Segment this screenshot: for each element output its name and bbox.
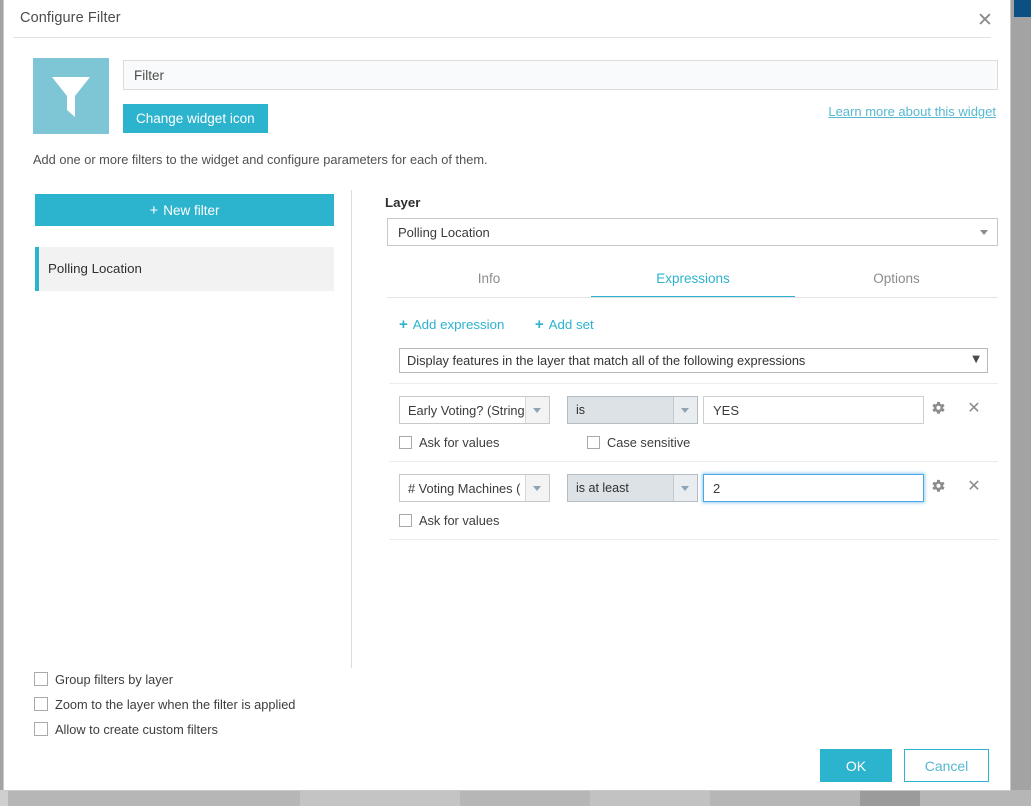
chevron-down-icon[interactable] [525,397,549,423]
chevron-down-icon [980,230,988,235]
case-sensitive-label: Case sensitive [607,435,691,450]
zoom-to-layer-label: Zoom to the layer when the filter is app… [55,697,296,712]
custom-filters-label: Allow to create custom filters [55,722,218,737]
close-icon[interactable]: ✕ [974,9,996,31]
plus-icon: + [399,316,408,333]
gear-icon[interactable] [930,401,947,423]
tab-info[interactable]: Info [387,266,591,298]
expression-operator-value: is [576,403,586,417]
background-app-corner [1014,0,1031,17]
new-filter-button[interactable]: + New filter [35,194,334,226]
screen: Configure Filter ✕ Change widget icon Le… [0,0,1031,806]
configure-filter-dialog: Configure Filter ✕ Change widget icon Le… [3,0,1011,791]
expression-divider [389,383,998,384]
case-sensitive-checkbox-row: Case sensitive [587,434,690,452]
filter-list-item[interactable]: Polling Location [35,247,334,291]
dialog-title: Configure Filter [20,10,121,26]
tab-expressions[interactable]: Expressions [591,266,795,298]
widget-name-input[interactable] [123,60,998,90]
expression-field-value: # Voting Machines ( [408,481,521,496]
tab-bar: Info Expressions Options [387,266,998,298]
expression-divider [389,461,998,462]
zoom-to-layer-checkbox-row: Zoom to the layer when the filter is app… [34,696,295,714]
chevron-down-icon: ▼ [972,354,980,365]
funnel-icon[interactable] [33,58,109,134]
add-expression-label: Add expression [412,317,505,332]
plus-icon: + [534,316,544,333]
plus-icon: + [149,201,159,219]
gear-icon[interactable] [930,479,947,501]
zoom-to-layer-checkbox[interactable] [34,697,48,711]
ask-for-values-checkbox[interactable] [399,514,412,527]
tab-bar-divider [387,297,998,298]
expression-field-select[interactable]: # Voting Machines ( [399,474,550,502]
ask-for-values-checkbox-row: Ask for values [399,512,499,530]
filter-list-item-label: Polling Location [48,261,142,276]
remove-expression-icon[interactable]: ✕ [964,398,984,418]
match-mode-value: Display features in the layer that match… [407,353,806,368]
add-set-button[interactable]: + Add set [535,316,594,333]
expression-operator-select[interactable]: is at least [567,474,698,502]
expression-divider [389,539,998,540]
group-filters-checkbox[interactable] [34,672,48,686]
layer-select[interactable]: Polling Location [387,218,998,246]
group-filters-checkbox-row: Group filters by layer [34,671,295,689]
expression-field-select[interactable]: Early Voting? (String [399,396,550,424]
dialog-hint: Add one or more filters to the widget an… [33,152,488,167]
change-widget-icon-button[interactable]: Change widget icon [123,104,268,133]
learn-more-link[interactable]: Learn more about this widget [828,104,996,119]
expression-value-input[interactable] [703,474,924,502]
ask-for-values-checkbox[interactable] [399,436,412,449]
ask-for-values-checkbox-row: Ask for values [399,434,499,452]
match-mode-select[interactable]: Display features in the layer that match… [399,348,988,373]
background-bottom-strip [0,790,1031,806]
titlebar-divider [13,37,991,38]
remove-expression-icon[interactable]: ✕ [964,476,984,496]
layer-label: Layer [385,195,421,210]
case-sensitive-checkbox[interactable] [587,436,600,449]
dialog-titlebar: Configure Filter ✕ [4,0,1010,38]
custom-filters-checkbox-row: Allow to create custom filters [34,721,295,739]
panel-divider [351,190,352,668]
chevron-down-icon[interactable] [673,397,697,423]
ask-for-values-label: Ask for values [419,435,500,450]
tab-options[interactable]: Options [795,266,998,298]
ok-button[interactable]: OK [820,749,892,782]
chevron-down-icon[interactable] [525,475,549,501]
chevron-down-icon[interactable] [673,475,697,501]
expression-actions: + Add expression + Add set [399,316,620,334]
expression-operator-select[interactable]: is [567,396,698,424]
cancel-button[interactable]: Cancel [904,749,989,782]
expression-value-input[interactable] [703,396,924,424]
layer-select-value: Polling Location [398,225,490,240]
add-expression-button[interactable]: + Add expression [399,316,504,333]
expression-operator-value: is at least [576,481,629,495]
custom-filters-checkbox[interactable] [34,722,48,736]
ask-for-values-label: Ask for values [419,513,500,528]
new-filter-label: New filter [163,202,220,218]
expression-field-value: Early Voting? (String [408,403,525,418]
global-options: Group filters by layer Zoom to the layer… [34,671,295,746]
add-set-label: Add set [548,317,594,332]
group-filters-label: Group filters by layer [55,672,174,687]
